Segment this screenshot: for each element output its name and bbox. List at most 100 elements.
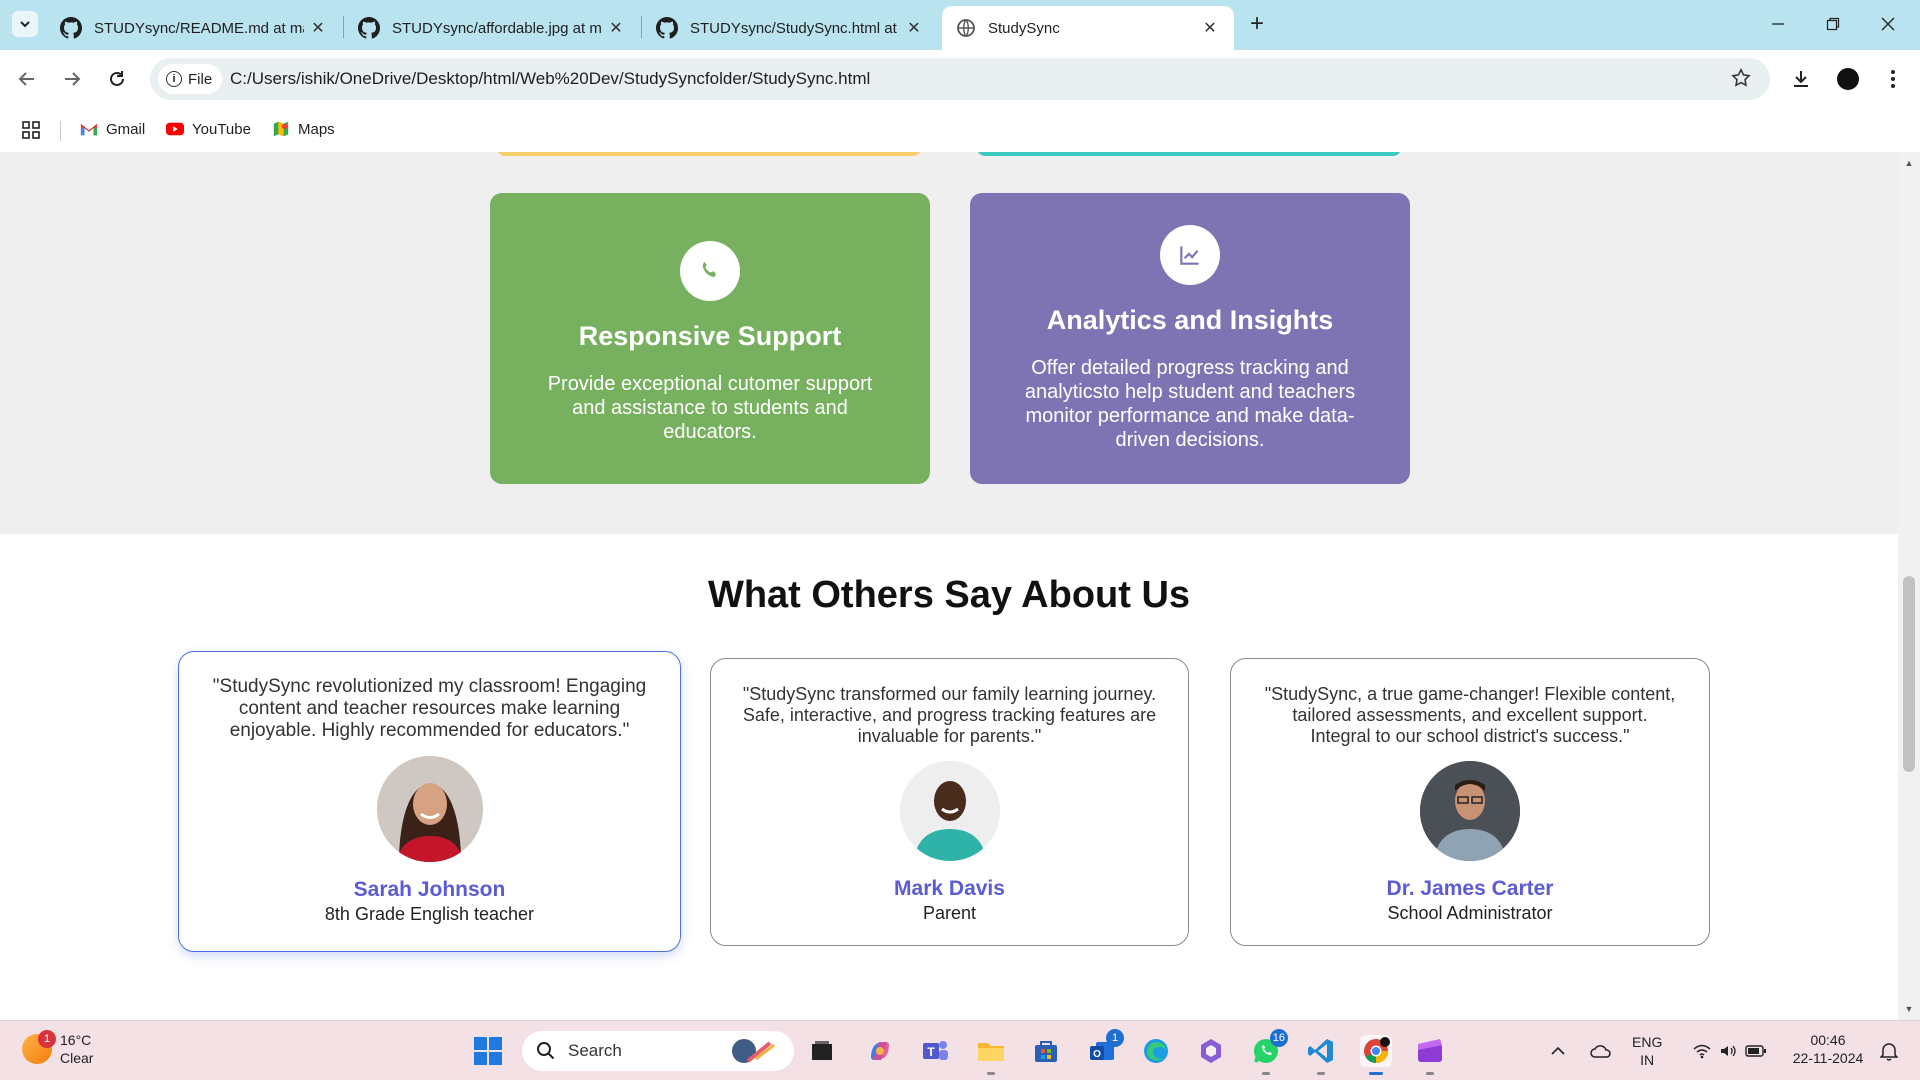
bookmark-gmail[interactable]: Gmail xyxy=(80,120,145,138)
running-indicator xyxy=(1426,1072,1434,1075)
wifi-icon xyxy=(1693,1044,1711,1059)
scroll-up-icon[interactable]: ▲ xyxy=(1904,158,1914,168)
testimonial-quote: "StudySync transformed our family learni… xyxy=(742,684,1157,746)
bookmarks-divider xyxy=(60,121,61,141)
site-info-chip[interactable]: i File xyxy=(158,64,223,94)
taskbar-search[interactable]: Search xyxy=(522,1031,794,1071)
tab-studysync-html[interactable]: STUDYsync/StudySync.html at m ✕ xyxy=(642,6,938,50)
bookmark-youtube[interactable]: YouTube xyxy=(166,120,251,138)
tab-title: StudySync xyxy=(988,19,1060,37)
edge-button[interactable] xyxy=(1140,1035,1172,1067)
reload-icon xyxy=(110,71,124,86)
clipchamp-button[interactable] xyxy=(1414,1035,1446,1075)
feature-title: Analytics and Insights xyxy=(1046,305,1334,335)
close-icon[interactable]: ✕ xyxy=(904,18,924,38)
forward-button[interactable] xyxy=(57,64,87,94)
copilot-icon xyxy=(871,1042,889,1060)
region-code: IN xyxy=(1640,1052,1655,1068)
file-explorer-button[interactable] xyxy=(975,1035,1007,1075)
profile-button[interactable] xyxy=(1833,64,1863,94)
teams-button[interactable]: T xyxy=(919,1035,951,1067)
close-icon[interactable]: ✕ xyxy=(308,18,328,38)
minimize-button[interactable] xyxy=(1758,8,1798,40)
tab-affordable[interactable]: STUDYsync/affordable.jpg at ma ✕ xyxy=(344,6,640,50)
tab-studysync-active[interactable]: StudySync ✕ xyxy=(942,6,1234,50)
copilot-button[interactable] xyxy=(864,1035,896,1067)
bookmark-label: YouTube xyxy=(192,120,251,138)
menu-button[interactable] xyxy=(1878,64,1908,94)
notification-badge: 1 xyxy=(1106,1029,1124,1047)
tab-readme[interactable]: STUDYsync/README.md at mai ✕ xyxy=(46,6,342,50)
testimonial-card[interactable]: "StudySync transformed our family learni… xyxy=(710,658,1189,946)
notification-badge: 1 xyxy=(38,1030,56,1048)
previous-card-edge xyxy=(497,152,921,156)
language-indicator[interactable]: ENG IN xyxy=(1632,1033,1662,1069)
more-vertical-icon xyxy=(1891,70,1895,88)
tab-strip: STUDYsync/README.md at mai ✕ STUDYsync/a… xyxy=(0,0,1920,50)
close-window-button[interactable] xyxy=(1868,8,1908,40)
person-photo xyxy=(899,761,1000,861)
globe-icon xyxy=(957,19,975,37)
volume-icon xyxy=(1721,1045,1736,1057)
chrome-button[interactable] xyxy=(1360,1035,1392,1075)
testimonial-quote: "StudySync revolutionized my classroom! … xyxy=(212,676,647,741)
avatar xyxy=(376,756,483,862)
windows-icon xyxy=(474,1037,502,1065)
reload-button[interactable] xyxy=(102,64,132,94)
page-scrollbar[interactable]: ▲ ▼ xyxy=(1898,152,1920,1020)
start-button[interactable] xyxy=(472,1035,504,1067)
back-button[interactable] xyxy=(12,64,42,94)
person-photo xyxy=(376,756,483,862)
bookmark-maps[interactable]: Maps xyxy=(272,120,335,138)
outlook-button[interactable]: O 1 xyxy=(1086,1029,1124,1067)
battery-icon xyxy=(1745,1045,1766,1057)
close-icon[interactable]: ✕ xyxy=(606,18,626,38)
download-icon xyxy=(1794,71,1808,87)
tab-title: STUDYsync/StudySync.html at m xyxy=(690,19,900,37)
github-icon xyxy=(358,17,380,39)
scroll-down-icon[interactable]: ▼ xyxy=(1904,1004,1914,1014)
person-photo xyxy=(1420,761,1520,861)
store-icon xyxy=(1035,1041,1057,1062)
vscode-button[interactable] xyxy=(1305,1035,1337,1075)
avatar xyxy=(1837,68,1859,90)
m365-button[interactable] xyxy=(1195,1035,1227,1067)
testimonial-name: Sarah Johnson xyxy=(353,878,506,901)
url-text[interactable]: C:/Users/ishik/OneDrive/Desktop/html/Web… xyxy=(230,69,870,89)
whatsapp-button[interactable]: 16 xyxy=(1250,1029,1288,1075)
task-view-button[interactable] xyxy=(806,1035,838,1067)
new-tab-button[interactable]: + xyxy=(1243,11,1271,39)
section-title: What Others Say About Us xyxy=(707,574,1191,616)
close-icon[interactable]: ✕ xyxy=(1200,18,1220,38)
running-indicator xyxy=(1262,1072,1270,1075)
cloud-icon xyxy=(1590,1045,1611,1058)
scrollbar-thumb[interactable] xyxy=(1903,576,1915,772)
star-icon xyxy=(1731,67,1751,87)
maps-icon xyxy=(273,121,289,137)
github-icon xyxy=(656,17,678,39)
apps-button[interactable] xyxy=(22,121,40,139)
testimonial-name: Dr. James Carter xyxy=(1386,877,1554,900)
clock[interactable]: 00:46 22-11-2024 xyxy=(1784,1031,1872,1067)
notification-badge: 16 xyxy=(1269,1029,1288,1047)
store-button[interactable] xyxy=(1030,1035,1062,1067)
bookmark-label: Maps xyxy=(298,120,335,138)
browser-toolbar: i File C:/Users/ishik/OneDrive/Desktop/h… xyxy=(0,50,1920,108)
testimonial-card[interactable]: "StudySync, a true game-changer! Flexibl… xyxy=(1230,658,1710,946)
show-hidden-icons-button[interactable] xyxy=(1546,1035,1570,1067)
bookmark-star-button[interactable] xyxy=(1730,67,1752,89)
weather-widget[interactable]: 1 16°C Clear xyxy=(22,1030,93,1067)
testimonial-card[interactable]: "StudySync revolutionized my classroom! … xyxy=(178,651,681,952)
github-icon xyxy=(60,17,82,39)
downloads-button[interactable] xyxy=(1786,64,1816,94)
address-bar[interactable]: i File C:/Users/ishik/OneDrive/Desktop/h… xyxy=(150,58,1770,100)
feature-card-responsive-support: Responsive Support Provide exceptional c… xyxy=(490,193,930,484)
onedrive-button[interactable] xyxy=(1587,1035,1615,1067)
svg-text:T: T xyxy=(927,1045,935,1059)
testimonial-role: Parent xyxy=(922,903,977,923)
notifications-button[interactable] xyxy=(1876,1035,1902,1067)
tab-search-button[interactable] xyxy=(12,11,38,37)
close-icon xyxy=(1881,17,1895,31)
restore-button[interactable] xyxy=(1813,8,1853,40)
quick-settings-button[interactable] xyxy=(1684,1035,1776,1067)
